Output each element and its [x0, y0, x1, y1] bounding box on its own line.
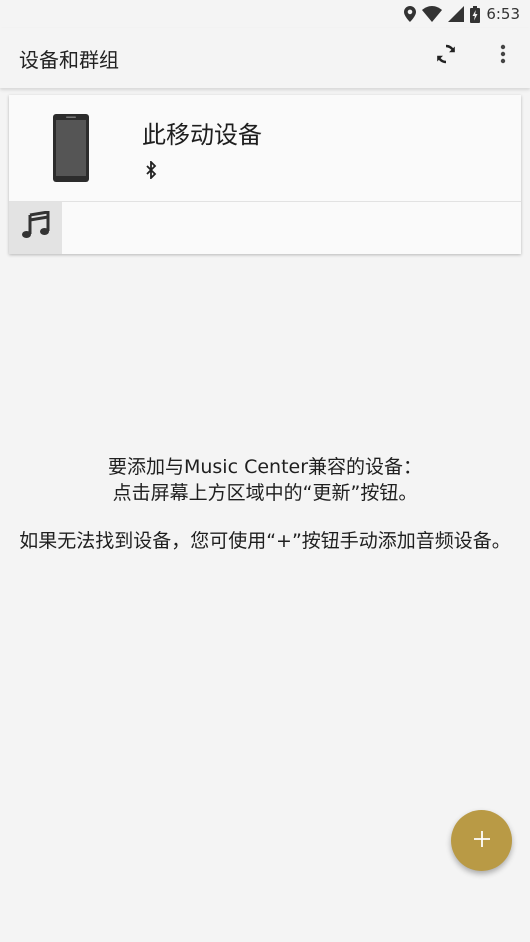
refresh-icon — [434, 42, 458, 70]
location-icon — [404, 6, 417, 22]
device-name: 此移动设备 — [142, 121, 262, 149]
wifi-icon — [422, 6, 443, 22]
device-card: 此移动设备 — [9, 95, 521, 254]
music-source-button[interactable] — [9, 202, 62, 254]
add-device-button[interactable] — [451, 810, 512, 871]
hint-line-1: 要添加与Music Center兼容的设备： — [107, 456, 423, 478]
status-bar: 6:53 — [0, 0, 530, 28]
phone-icon — [53, 114, 89, 186]
bluetooth-icon — [145, 159, 157, 183]
device-source-row — [9, 202, 521, 254]
hint-line-2: 点击屏幕上方区域中的“更新”按钮。 — [112, 482, 418, 504]
signal-icon — [448, 6, 465, 22]
add-icon — [472, 829, 492, 853]
hint-add-device: 要添加与Music Center兼容的设备： 点击屏幕上方区域中的“更新”按钮。 — [0, 454, 530, 506]
app-bar: 设备和群组 — [0, 28, 530, 88]
more-options-button[interactable] — [488, 38, 518, 74]
hint-manual-add: 如果无法找到设备，您可使用“+”按钮手动添加音频设备。 — [19, 530, 511, 552]
battery-charging-icon — [470, 5, 481, 23]
music-note-icon — [21, 210, 51, 245]
page-title: 设备和群组 — [19, 48, 119, 72]
status-time: 6:53 — [486, 5, 520, 23]
device-card-main[interactable]: 此移动设备 — [9, 95, 521, 201]
refresh-button[interactable] — [428, 38, 464, 74]
more-vert-icon — [500, 44, 506, 68]
